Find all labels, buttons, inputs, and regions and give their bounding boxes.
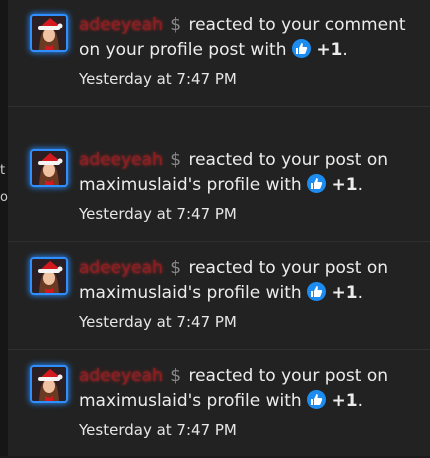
avatar-image: [32, 259, 66, 293]
notification-item[interactable]: adeeyeah $ reacted to your comment on yo…: [8, 0, 430, 107]
notification-item[interactable]: adeeyeah $ reacted to your post on maxim…: [8, 243, 430, 350]
notification-text: adeeyeah $ reacted to your post on maxim…: [79, 364, 419, 443]
background-page-strip: [0, 0, 8, 456]
dollar-icon: $: [170, 150, 182, 170]
avatar-image: [32, 151, 66, 185]
avatar-image: [32, 367, 66, 401]
notification-text: adeeyeah $ reacted to your comment on yo…: [79, 13, 419, 92]
dollar-icon: $: [170, 15, 182, 35]
thumbs-up-icon: [307, 174, 327, 193]
reaction-label: +1: [331, 283, 358, 303]
avatar[interactable]: [30, 257, 68, 295]
username-link[interactable]: adeeyeah: [79, 150, 163, 170]
reaction-label: +1: [331, 391, 358, 411]
notification-text: adeeyeah $ reacted to your post on maxim…: [79, 256, 419, 335]
notification-item[interactable]: adeeyeah $ reacted to your post on maxim…: [8, 135, 430, 242]
timestamp[interactable]: Yesterday at 7:47 PM: [79, 310, 419, 335]
reaction-label: +1: [316, 40, 343, 60]
username-link[interactable]: adeeyeah: [79, 15, 163, 35]
timestamp[interactable]: Yesterday at 7:47 PM: [79, 67, 419, 92]
notifications-panel: adeeyeah $ reacted to your comment on yo…: [8, 0, 430, 456]
timestamp[interactable]: Yesterday at 7:47 PM: [79, 418, 419, 443]
username-link[interactable]: adeeyeah: [79, 258, 163, 278]
dollar-icon: $: [170, 366, 182, 386]
thumbs-up-icon: [291, 39, 311, 58]
avatar[interactable]: [30, 365, 68, 403]
username-link[interactable]: adeeyeah: [79, 366, 163, 386]
background-text-fragment: o: [0, 190, 8, 205]
avatar[interactable]: [30, 149, 68, 187]
notification-item[interactable]: adeeyeah $ reacted to your post on maxim…: [8, 351, 430, 458]
notification-text: adeeyeah $ reacted to your post on maxim…: [79, 148, 419, 227]
avatar-image: [32, 16, 66, 50]
background-text-fragment: t: [0, 163, 6, 178]
avatar[interactable]: [30, 14, 68, 52]
thumbs-up-icon: [307, 282, 327, 301]
dollar-icon: $: [170, 258, 182, 278]
thumbs-up-icon: [307, 390, 327, 409]
timestamp[interactable]: Yesterday at 7:47 PM: [79, 202, 419, 227]
reaction-label: +1: [331, 175, 358, 195]
